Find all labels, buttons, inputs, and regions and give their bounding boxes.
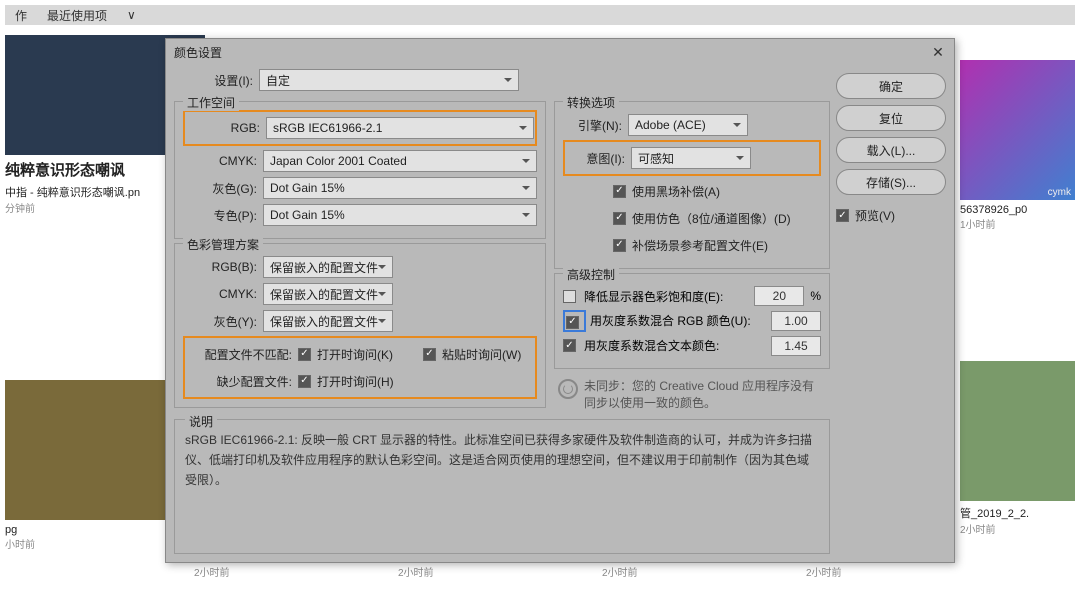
bg-toolbar-recent: 最近使用项 <box>47 7 107 24</box>
preview-label: 预览(V) <box>855 207 895 224</box>
blend-text-input[interactable]: 1.45 <box>771 336 821 356</box>
desat-input[interactable]: 20 <box>754 286 804 306</box>
gray-dropdown[interactable]: Dot Gain 15% <box>263 177 537 199</box>
bg-card[interactable]: cymk 56378926_p0 1小时前 <box>960 60 1075 231</box>
policy-gray-label: 灰色(Y): <box>183 313 263 330</box>
card-time: 2小时前 <box>602 564 638 579</box>
bg-toolbar: 作 最近使用项 ∨ <box>5 5 1075 25</box>
thumbnail-image: cymk <box>960 60 1075 200</box>
settings-label: 设置(I): <box>178 72 253 89</box>
card-time: 2小时前 <box>194 564 230 579</box>
desc-legend: 说明 <box>185 412 217 432</box>
card-title: 管_2019_2_2. <box>960 505 1075 521</box>
scene-checkbox[interactable] <box>613 239 626 252</box>
bg-card[interactable]: 管_2019_2_2. 2小时前 <box>960 361 1075 536</box>
sync-text: 未同步：您的 Creative Cloud 应用程序没有同步以使用一致的颜色。 <box>584 377 826 411</box>
bpc-label: 使用黑场补偿(A) <box>632 183 720 200</box>
reset-button[interactable]: 复位 <box>836 105 946 131</box>
policy-rgb-value: 保留嵌入的配置文件 <box>270 259 378 276</box>
blend-rgb-label: 用灰度系数混合 RGB 颜色(U): <box>590 312 751 329</box>
blend-text-label: 用灰度系数混合文本颜色: <box>584 337 719 354</box>
close-icon[interactable]: ✕ <box>930 44 946 60</box>
sync-note: 未同步：您的 Creative Cloud 应用程序没有同步以使用一致的颜色。 <box>554 377 830 411</box>
preview-checkbox[interactable] <box>836 209 849 222</box>
card-time: 2小时前 <box>960 521 1075 536</box>
thumb-label: cymk <box>1048 187 1071 198</box>
card-time: 1小时前 <box>960 216 1075 231</box>
rgb-dropdown[interactable]: sRGB IEC61966-2.1 <box>266 117 534 139</box>
cmyk-label: CMYK: <box>183 154 263 168</box>
settings-dropdown[interactable]: 自定 <box>259 69 519 91</box>
scene-label: 补偿场景参考配置文件(E) <box>632 237 768 254</box>
ok-button[interactable]: 确定 <box>836 73 946 99</box>
bpc-checkbox[interactable] <box>613 185 626 198</box>
ask-open-label: 打开时询问(K) <box>317 346 393 363</box>
policy-legend: 色彩管理方案 <box>183 236 263 253</box>
chevron-down-icon: ∨ <box>127 8 136 22</box>
intent-label: 意图(I): <box>566 150 631 167</box>
titlebar: 颜色设置 ✕ <box>166 39 954 65</box>
blend-text-checkbox[interactable] <box>563 339 576 352</box>
sync-icon <box>558 379 578 399</box>
ask-open-checkbox[interactable] <box>298 348 311 361</box>
intent-dropdown[interactable]: 可感知 <box>631 147 751 169</box>
engine-label: 引擎(N): <box>563 117 628 134</box>
cmyk-value: Japan Color 2001 Coated <box>270 154 407 168</box>
thumbnail-image <box>960 361 1075 501</box>
engine-dropdown[interactable]: Adobe (ACE) <box>628 114 748 136</box>
advanced-fieldset: 高级控制 降低显示器色彩饱和度(E): 20% 用灰度系数混合 RGB 颜色(U… <box>554 273 830 369</box>
ask-paste-label: 粘贴时询问(W) <box>442 346 521 363</box>
spot-dropdown[interactable]: Dot Gain 15% <box>263 204 537 226</box>
card-time: 2小时前 <box>806 564 842 579</box>
cmyk-dropdown[interactable]: Japan Color 2001 Coated <box>263 150 537 172</box>
policy-rgb-dropdown[interactable]: 保留嵌入的配置文件 <box>263 256 393 278</box>
spot-value: Dot Gain 15% <box>270 208 345 222</box>
desat-label: 降低显示器色彩饱和度(E): <box>584 288 723 305</box>
dither-checkbox[interactable] <box>613 212 626 225</box>
intent-value: 可感知 <box>638 150 674 167</box>
color-settings-dialog: 颜色设置 ✕ 设置(I): 自定 工作空间 RGB: sRGB IEC61966… <box>165 38 955 563</box>
advanced-legend: 高级控制 <box>563 266 619 283</box>
card-time: 2小时前 <box>398 564 434 579</box>
dialog-title: 颜色设置 <box>174 44 222 61</box>
missing-label: 缺少配置文件: <box>186 373 298 390</box>
ask-open2-label: 打开时询问(H) <box>317 373 394 390</box>
desat-checkbox[interactable] <box>563 290 576 303</box>
gray-value: Dot Gain 15% <box>270 181 345 195</box>
policy-cmyk-label: CMYK: <box>183 287 263 301</box>
ask-paste-checkbox[interactable] <box>423 348 436 361</box>
gray-label: 灰色(G): <box>183 180 263 197</box>
rgb-label: RGB: <box>186 121 266 135</box>
settings-value: 自定 <box>266 72 290 89</box>
policy-cmyk-value: 保留嵌入的配置文件 <box>270 286 378 303</box>
spot-label: 专色(P): <box>183 207 263 224</box>
mismatch-label: 配置文件不匹配: <box>186 346 298 363</box>
description-box: 说明 sRGB IEC61966-2.1: 反映一般 CRT 显示器的特性。此标… <box>174 419 830 555</box>
policy-rgb-label: RGB(B): <box>183 260 263 274</box>
convert-legend: 转换选项 <box>563 94 619 111</box>
policy-cmyk-dropdown[interactable]: 保留嵌入的配置文件 <box>263 283 393 305</box>
pct-label: % <box>810 289 821 303</box>
ask-open2-checkbox[interactable] <box>298 375 311 388</box>
workspace-legend: 工作空间 <box>183 94 239 111</box>
convert-fieldset: 转换选项 引擎(N): Adobe (ACE) 意图(I): 可感知 使用黑场补… <box>554 101 830 269</box>
dither-label: 使用仿色（8位/通道图像）(D) <box>632 210 791 227</box>
save-button[interactable]: 存储(S)... <box>836 169 946 195</box>
engine-value: Adobe (ACE) <box>635 118 706 132</box>
policy-fieldset: 色彩管理方案 RGB(B): 保留嵌入的配置文件 CMYK: 保留嵌入的配置文件… <box>174 243 546 408</box>
bg-toolbar-label: 作 <box>15 7 27 24</box>
card-title: 56378926_p0 <box>960 204 1075 216</box>
blend-rgb-checkbox[interactable] <box>566 316 579 329</box>
load-button[interactable]: 载入(L)... <box>836 137 946 163</box>
workspace-fieldset: 工作空间 RGB: sRGB IEC61966-2.1 CMYK: Japan … <box>174 101 546 239</box>
rgb-value: sRGB IEC61966-2.1 <box>273 121 382 135</box>
blend-rgb-input[interactable]: 1.00 <box>771 311 821 331</box>
right-cards: cymk 56378926_p0 1小时前 管_2019_2_2. 2小时前 <box>960 60 1075 544</box>
policy-gray-dropdown[interactable]: 保留嵌入的配置文件 <box>263 310 393 332</box>
policy-gray-value: 保留嵌入的配置文件 <box>270 313 378 330</box>
desc-text: sRGB IEC61966-2.1: 反映一般 CRT 显示器的特性。此标准空间… <box>185 430 819 491</box>
